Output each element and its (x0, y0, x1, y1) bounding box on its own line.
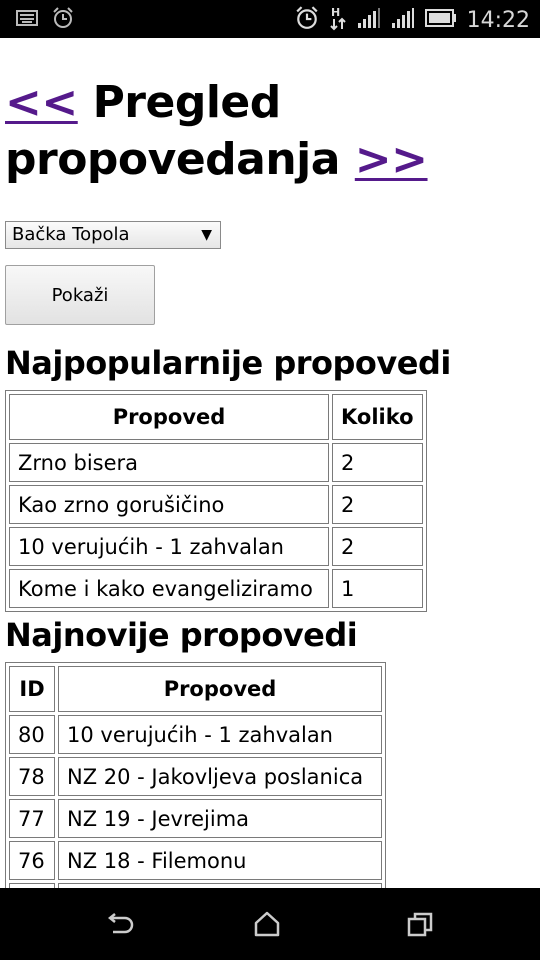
latest-table: ID Propoved 80 10 verujućih - 1 zahvalan… (5, 662, 386, 888)
prev-link[interactable]: << (5, 77, 78, 128)
svg-text:H: H (331, 6, 340, 19)
table-row: 10 verujućih - 1 zahvalan 2 (9, 527, 423, 566)
sermon-title-cell: 10 verujućih - 1 zahvalan (58, 715, 382, 754)
navigation-bar (0, 888, 540, 960)
alarm-icon (52, 7, 74, 34)
popular-heading: Najpopularnije propovedi (5, 344, 451, 382)
column-header: Propoved (58, 666, 382, 712)
count-cell: 1 (332, 569, 423, 608)
show-button[interactable]: Pokaži (5, 265, 155, 325)
count-cell: 2 (332, 527, 423, 566)
latest-heading: Najnovije propovedi (5, 616, 358, 654)
signal-icon (391, 7, 415, 34)
next-link[interactable]: >> (355, 134, 428, 185)
recent-apps-icon[interactable] (400, 908, 440, 940)
keyboard-icon (16, 10, 38, 31)
location-select-value: Bačka Topola (12, 224, 130, 245)
id-cell: 77 (9, 799, 55, 838)
home-icon[interactable] (247, 908, 287, 940)
sermon-title-cell: NZ 20 - Jakovljeva poslanica (58, 757, 382, 796)
back-icon[interactable] (100, 908, 140, 940)
table-row: Kome i kako evangeliziramo 1 (9, 569, 423, 608)
status-bar: H 14:22 (0, 0, 540, 38)
table-row: Zrno bisera 2 (9, 443, 423, 482)
count-cell: 2 (332, 443, 423, 482)
battery-icon (424, 9, 457, 32)
sermon-title-cell: Kome i kako evangeliziramo (9, 569, 329, 608)
table-row: 77 NZ 19 - Jevrejima (9, 799, 382, 838)
id-cell: 80 (9, 715, 55, 754)
column-header: Koliko (332, 394, 423, 440)
column-header: Propoved (9, 394, 329, 440)
page-title: << Pregled propovedanja >> (5, 74, 525, 188)
sermon-title-cell: Kao zrno gorušičino (9, 485, 329, 524)
data-transfer-icon: H (329, 5, 347, 36)
sermon-title-cell: Zrno bisera (9, 443, 329, 482)
sermon-title-cell: 10 verujućih - 1 zahvalan (9, 527, 329, 566)
count-cell: 2 (332, 485, 423, 524)
table-row: 76 NZ 18 - Filemonu (9, 841, 382, 880)
table-row: Kao zrno gorušičino 2 (9, 485, 423, 524)
sermon-title-cell: NZ 19 - Jevrejima (58, 799, 382, 838)
table-row: 78 NZ 20 - Jakovljeva poslanica (9, 757, 382, 796)
id-cell: 76 (9, 841, 55, 880)
alarm-clock-icon (295, 6, 319, 35)
popular-table: Propoved Koliko Zrno bisera 2 Kao zrno g… (5, 390, 427, 612)
show-button-label: Pokaži (51, 284, 109, 306)
location-select[interactable]: Bačka Topola ▼ (5, 221, 221, 249)
dropdown-arrow-icon: ▼ (201, 227, 212, 243)
clock-time: 14:22 (466, 8, 530, 33)
table-header-row: ID Propoved (9, 666, 382, 712)
column-header: ID (9, 666, 55, 712)
table-row: 80 10 verujućih - 1 zahvalan (9, 715, 382, 754)
sermon-title-cell: NZ 18 - Filemonu (58, 841, 382, 880)
signal-icon (357, 7, 381, 34)
page-content: << Pregled propovedanja >> Bačka Topola … (0, 38, 540, 888)
table-header-row: Propoved Koliko (9, 394, 423, 440)
id-cell: 78 (9, 757, 55, 796)
